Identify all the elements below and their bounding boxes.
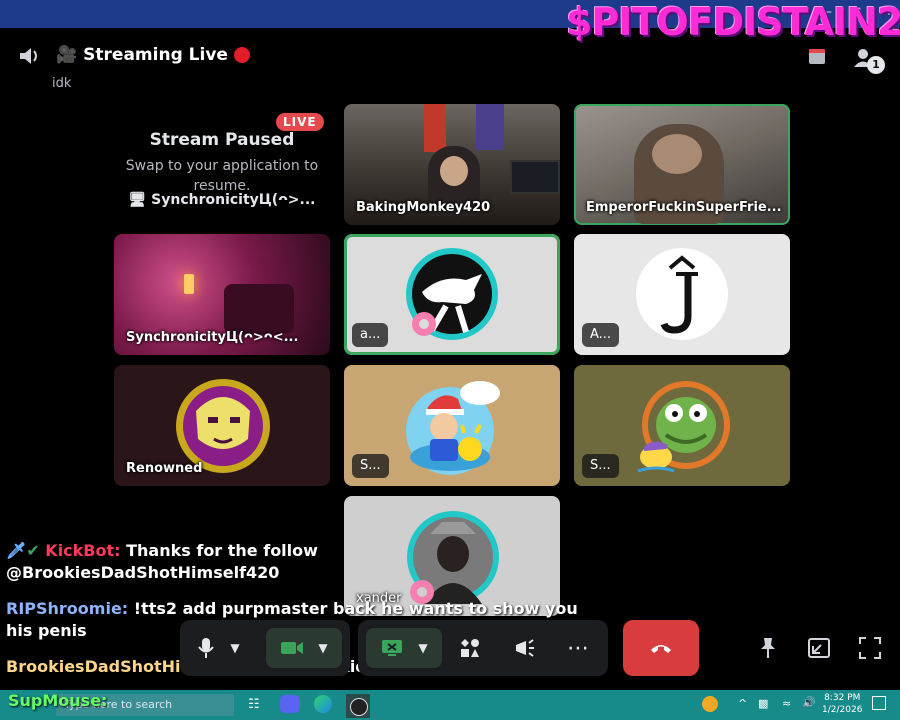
chat-text: Thanks for the follow — [126, 541, 318, 560]
media-controls: ▼ ▼ — [180, 620, 350, 676]
participant-name: BakingMonkey420 — [356, 200, 491, 215]
task-view-icon[interactable]: ☷ — [248, 697, 260, 712]
chevron-up-icon[interactable]: ^ — [738, 697, 747, 710]
chevron-down-icon[interactable]: ▼ — [318, 641, 327, 655]
chat-username: KickBot: — [45, 541, 121, 560]
soundboard-button[interactable] — [504, 628, 544, 668]
chat-text: !tts2 add purpmaster back he wants to sh… — [133, 599, 578, 618]
participant-name: A... — [582, 323, 620, 347]
video-camera-icon — [281, 642, 304, 654]
live-badge: LIVE — [276, 113, 324, 131]
activity-icon[interactable] — [806, 46, 828, 68]
avatar — [636, 248, 728, 340]
participant-tile[interactable]: BakingMonkey420 — [344, 104, 560, 225]
obs-icon — [350, 698, 368, 716]
monitor-icon: 🖥 — [128, 192, 152, 208]
avatar — [406, 248, 498, 340]
chat-message: 🗡✔ KickBot: Thanks for the follow @Brook… — [6, 540, 318, 584]
discord-icon[interactable] — [280, 695, 300, 713]
taskbar-clock[interactable]: 8:32 PM 1/2/2026 — [822, 692, 862, 716]
participant-tile[interactable]: EmperorFuckinSuperFrie... — [574, 104, 790, 225]
chat-message: SupMouse: — [8, 690, 107, 712]
verified-icon: ✔ — [26, 541, 40, 560]
participant-name: a... — [352, 323, 389, 347]
chat-username: RIPShroomie: — [6, 599, 129, 618]
edge-icon[interactable] — [314, 695, 332, 713]
sword-icon: 🗡 — [6, 541, 27, 560]
film-camera-icon: 🎥 — [56, 45, 78, 65]
stream-title: 🎥 Streaming Live — [56, 45, 250, 65]
screen-share-button[interactable]: ▼ — [366, 628, 442, 668]
pin-icon[interactable] — [756, 636, 780, 660]
call-actions: ▼ ⋯ — [358, 620, 608, 676]
activities-icon — [461, 639, 479, 657]
camera-button[interactable]: ▼ — [266, 628, 342, 668]
members-count-badge: 1 — [867, 56, 885, 74]
participant-name: Renowned — [126, 461, 203, 476]
participant-tile[interactable]: A... — [574, 234, 790, 355]
fullscreen-icon[interactable] — [858, 636, 882, 660]
microphone-icon — [198, 638, 215, 658]
microphone-button[interactable]: ▼ — [190, 628, 246, 668]
obs-icon-container[interactable] — [346, 694, 370, 718]
clock-time: 8:32 PM — [824, 693, 861, 703]
volume-tray-icon[interactable]: 🔊 — [802, 696, 816, 709]
more-dots-icon: ⋯ — [567, 635, 589, 661]
participant-tile[interactable]: S... — [574, 365, 790, 486]
chevron-down-icon[interactable]: ▼ — [418, 641, 427, 655]
chat-username: SupMouse: — [8, 691, 108, 710]
paused-title: Stream Paused — [149, 130, 295, 150]
participant-tile[interactable]: SynchronicityЦ(ᴖ>ᴖ<... — [114, 234, 330, 355]
network-icon[interactable]: ▩ — [758, 697, 768, 710]
avatar — [407, 511, 499, 604]
screen-share-icon — [382, 640, 403, 656]
activities-button[interactable] — [450, 628, 490, 668]
live-indicator-icon — [233, 47, 250, 63]
avatar — [406, 381, 500, 475]
clock-date: 1/2/2026 — [822, 705, 863, 715]
pop-out-icon[interactable] — [806, 636, 832, 660]
stream-title-text: Streaming Live — [83, 45, 228, 65]
weather-icon[interactable] — [702, 696, 718, 712]
more-options-button[interactable]: ⋯ — [558, 628, 598, 668]
participant-name: EmperorFuckinSuperFrie... — [586, 200, 782, 215]
hang-up-icon — [651, 645, 671, 653]
paused-message: Swap to your application to resume. — [125, 158, 319, 194]
participant-tile[interactable]: a... — [344, 234, 560, 355]
soundboard-icon — [516, 639, 534, 657]
stream-subtitle: idk — [52, 76, 72, 91]
paused-stream-name: 🖥 SynchronicityЦ(ᴖ>... — [128, 192, 316, 208]
wifi-icon[interactable]: ≈ — [782, 697, 791, 710]
participant-tile[interactable]: S... — [344, 365, 560, 486]
notifications-icon[interactable] — [872, 696, 886, 710]
chevron-down-icon[interactable]: ▼ — [230, 641, 239, 655]
participant-tile[interactable]: Renowned — [114, 365, 330, 486]
participant-name: SynchronicityЦ(ᴖ>ᴖ<... — [126, 330, 299, 345]
chat-text: his penis — [6, 621, 87, 640]
participant-name: S... — [582, 454, 619, 478]
speaker-icon[interactable] — [18, 45, 42, 67]
chat-text: @BrookiesDadShotHimself420 — [6, 563, 280, 582]
streamer-overlay-logo: $PITOFDISTAIN27 — [566, 0, 900, 44]
disconnect-button[interactable] — [623, 620, 699, 676]
avatar — [637, 381, 730, 473]
participant-name: S... — [352, 454, 389, 478]
